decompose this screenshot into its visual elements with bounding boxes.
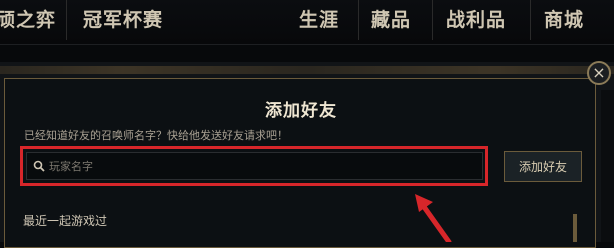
nav-item-arena[interactable]: 顽之弈 (0, 0, 56, 40)
highlight-box (20, 146, 488, 186)
scrollbar[interactable] (573, 214, 577, 242)
add-friend-button[interactable]: 添加好友 (504, 151, 582, 182)
top-nav: 顽之弈 冠军杯赛 生涯 藏品 战利品 商城 (0, 0, 614, 44)
nav-divider-line (0, 44, 614, 45)
close-icon: × (592, 63, 606, 82)
red-arrow-icon (415, 194, 452, 242)
background-panel-rim (0, 66, 614, 74)
nav-divider (530, 0, 531, 40)
nav-item-store[interactable]: 商城 (544, 0, 584, 40)
right-rail (601, 90, 614, 242)
nav-divider (358, 0, 359, 40)
nav-item-collection[interactable]: 藏品 (371, 0, 411, 40)
nav-divider (432, 0, 433, 40)
nav-item-champions-cup[interactable]: 冠军杯赛 (83, 0, 163, 40)
close-button[interactable]: × (587, 61, 611, 85)
nav-item-profile[interactable]: 生涯 (299, 0, 339, 40)
nav-divider (66, 0, 67, 40)
nav-item-loot[interactable]: 战利品 (446, 0, 506, 40)
dialog-title: 添加好友 (265, 101, 337, 121)
dialog-subtitle: 已经知道好友的召唤师名字？快给他发送好友请求吧！ (24, 129, 288, 142)
recent-players-label: 最近一起游戏过 (23, 214, 108, 228)
